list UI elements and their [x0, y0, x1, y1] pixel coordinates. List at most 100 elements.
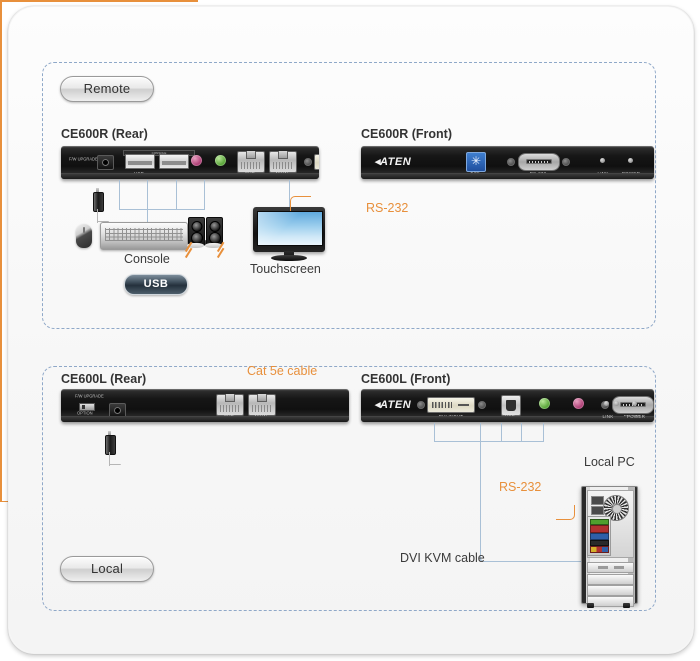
- speaker-left-cone-hi: [191, 221, 202, 232]
- power-label-l: POWER: [626, 414, 646, 419]
- usb-badge: USB: [124, 274, 188, 295]
- cat5e-main-lower: [0, 276, 2, 407]
- speaker-right: [206, 217, 223, 246]
- tower-bay-slot-2: [614, 566, 624, 569]
- speaker-jack-l: [539, 398, 550, 409]
- console-drop: [147, 209, 148, 223]
- mic-jack-l: [573, 398, 584, 409]
- keyboard-icon: [100, 222, 188, 250]
- monitor-screen: [257, 211, 323, 246]
- dvi-in-screw-left: [417, 401, 425, 409]
- rs232-port-label-r: RS-232: [529, 171, 547, 176]
- wire-usb1: [119, 180, 120, 210]
- main-port-label: MAIN: [275, 171, 289, 176]
- rj45-main-port-l: [248, 394, 276, 416]
- cat5e-sub-upper: [0, 18, 2, 83]
- touchscreen-caption: Touchscreen: [250, 262, 321, 276]
- rj45-sub-port-l: [216, 394, 244, 416]
- plug-barrel: [93, 192, 104, 212]
- option-tag: OPTION: [77, 411, 93, 416]
- title-ce600l-rear: CE600L (Rear): [61, 372, 147, 386]
- device-ce600r-front: ATEN F/W RS-232 LINK POWER: [361, 146, 654, 179]
- plug-cord-bend-l: [109, 464, 121, 465]
- usb-port-2: [159, 154, 189, 169]
- title-ce600r-front: CE600R (Front): [361, 127, 452, 141]
- monitor-foot: [271, 255, 307, 261]
- power-led-l: [632, 401, 637, 406]
- rs232-top-horizontal: [0, 0, 198, 2]
- device-ce600r-rear: F/W UPGRADE CONSOLE USB SUB MAIN: [61, 146, 319, 179]
- kvm-bus-line: [434, 441, 544, 442]
- tower-bay-3: [587, 585, 634, 596]
- cat5e-label: Cat 5e cable: [247, 364, 318, 378]
- rs232-top-vertical: [0, 1, 2, 19]
- tower-foot-right: [623, 603, 630, 608]
- fw-icon: [466, 152, 486, 172]
- plug-barrel-l: [105, 435, 116, 455]
- fw-upgrade-tag: F/W UPGRADE: [69, 157, 98, 162]
- wire-dvi-in: [434, 423, 435, 442]
- rs232-screw-right: [562, 158, 570, 166]
- console-bus-line: [119, 209, 204, 210]
- wire-mic: [176, 180, 177, 210]
- cat5e-sub-break: [183, 241, 195, 258]
- local-pc-tower: [581, 486, 638, 608]
- tower-psu-connector-2: [591, 506, 604, 515]
- power-adapter-plug-l: [105, 431, 121, 466]
- badge-local: Local: [60, 556, 154, 582]
- rj45-sub-port: [237, 151, 265, 173]
- wire-usb-b: [480, 423, 481, 442]
- power-jack-l: [109, 403, 126, 418]
- usb-b-port: [501, 395, 521, 416]
- fw-upgrade-tag-l: F/W UPGRADE: [75, 394, 104, 399]
- speaker-jack: [215, 155, 226, 166]
- console-caption: Console: [124, 252, 170, 266]
- dvi-input-port: [427, 397, 475, 413]
- rj45-main-port: [269, 151, 297, 173]
- wire-usb2: [147, 180, 148, 210]
- io-expansion: [590, 546, 609, 553]
- kvm-down: [480, 441, 481, 561]
- usb-port-1: [125, 154, 155, 169]
- tower-bay-2: [587, 574, 634, 585]
- power-adapter-plug-r: [93, 188, 109, 223]
- power-jack: [97, 155, 114, 170]
- rs232-screw-left: [507, 158, 515, 166]
- io-vga-blue: [590, 533, 609, 540]
- cat5e-main-upper: [0, 212, 2, 277]
- dvi-out-port: [314, 154, 319, 170]
- rs232-bottom-corner: [556, 505, 575, 520]
- title-ce600r-rear: CE600R (Rear): [61, 127, 148, 141]
- dip-switch: [79, 403, 95, 411]
- tower-bay-slot-1: [598, 566, 608, 569]
- speaker-right-cone-hi: [209, 221, 220, 232]
- link-led-r: [600, 158, 605, 163]
- wire-bus-end: [543, 423, 544, 442]
- dvi-screw-left: [304, 158, 312, 166]
- link-led-l: [604, 401, 609, 406]
- rs232-top-corner: [290, 196, 311, 211]
- rs232-top-label: RS-232: [366, 201, 409, 215]
- cat5e-sub-lower: [0, 82, 2, 213]
- usb-port-label: USB: [134, 171, 144, 176]
- mic-jack: [191, 155, 202, 166]
- kvm-to-pc: [495, 561, 583, 562]
- local-pc-caption: Local PC: [584, 455, 635, 469]
- tower-psu-connector-1: [591, 496, 604, 505]
- wire-mic-l: [521, 423, 522, 442]
- badge-remote: Remote: [60, 76, 154, 102]
- title-ce600l-front: CE600L (Front): [361, 372, 451, 386]
- fw-label: F/W: [470, 171, 480, 176]
- tower-foot-left: [587, 603, 594, 608]
- diagram-canvas: Remote Local CE600R (Rear) CE600R (Front…: [0, 0, 700, 661]
- usb-b-label: USB: [505, 414, 515, 419]
- rs232-bottom-vertical: [0, 406, 2, 501]
- link-led-l-hidden: [614, 401, 619, 406]
- tower-io-panel: [587, 516, 611, 556]
- device-ce600l-rear: F/W UPGRADE OPTION SUB MAIN: [61, 389, 349, 422]
- aten-logo-l: ATEN: [375, 398, 411, 411]
- dvi-in-screw-right: [478, 401, 486, 409]
- rs232-port-r: [518, 153, 560, 171]
- dvi-input-label: DVI INPUT: [438, 414, 464, 419]
- touchscreen-monitor: [253, 207, 325, 261]
